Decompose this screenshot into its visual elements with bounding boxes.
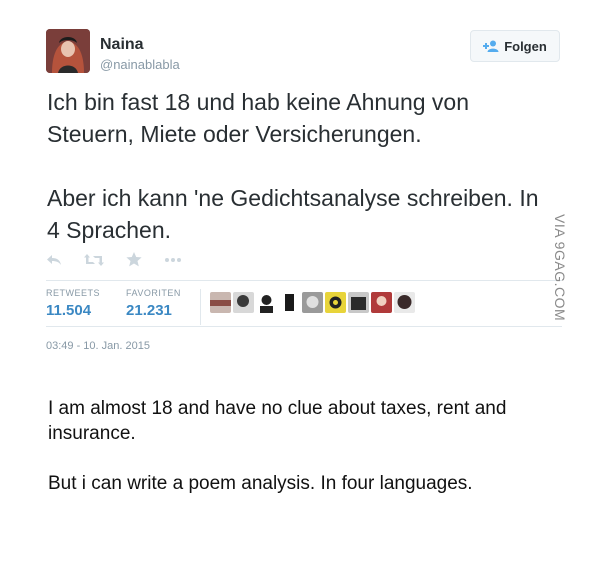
watermark: VIA 9GAG.COM [552,214,568,322]
favoriter-avatar[interactable] [279,292,300,313]
avatar-image [46,29,90,73]
translation-paragraph: I am almost 18 and have no clue about ta… [48,398,507,444]
favoriter-avatar[interactable] [325,292,346,313]
follow-button-label: Folgen [504,38,547,54]
avatar[interactable] [46,29,90,73]
favoriter-avatar[interactable] [348,292,369,313]
tweet-paragraph: Ich bin fast 18 und hab keine Ahnung von… [47,89,469,147]
favoriter-avatar[interactable] [394,292,415,313]
translation-text: I am almost 18 and have no clue about ta… [48,396,558,496]
favorites-label: FAVORITEN [126,288,181,298]
add-user-icon [483,40,499,52]
favorites-stat[interactable]: FAVORITEN 21.231 [126,288,181,319]
tweet-paragraph: Aber ich kann 'ne Gedichtsanalyse schrei… [47,185,539,243]
retweets-stat[interactable]: RETWEETS 11.504 [46,288,100,319]
favoriter-avatar[interactable] [371,292,392,313]
tweet-text: Ich bin fast 18 und hab keine Ahnung von… [47,86,557,246]
retweet-icon[interactable] [84,253,104,267]
follow-button[interactable]: Folgen [470,30,560,62]
retweets-count: 11.504 [46,302,92,319]
favoriter-avatar[interactable] [210,292,231,313]
more-icon[interactable] [164,257,182,263]
user-handle[interactable]: @nainablabla [100,57,180,72]
favoriter-avatar[interactable] [256,292,277,313]
translation-paragraph: But i can write a poem analysis. In four… [48,473,473,494]
favoriter-avatar[interactable] [302,292,323,313]
favorites-count: 21.231 [126,302,172,319]
reply-icon[interactable] [46,253,62,267]
retweets-label: RETWEETS [46,288,101,298]
favoriters-avatars [210,292,415,313]
divider [46,326,562,327]
tweet-actions [46,252,182,267]
tweet-timestamp[interactable]: 03:49 - 10. Jan. 2015 [46,340,150,352]
favoriter-avatar[interactable] [233,292,254,313]
divider [46,280,562,281]
user-name[interactable]: Naina [100,36,144,54]
stats-separator [200,289,201,325]
tweet-stats: RETWEETS 11.504 FAVORITEN 21.231 [46,288,207,319]
favorite-star-icon[interactable] [126,252,142,267]
